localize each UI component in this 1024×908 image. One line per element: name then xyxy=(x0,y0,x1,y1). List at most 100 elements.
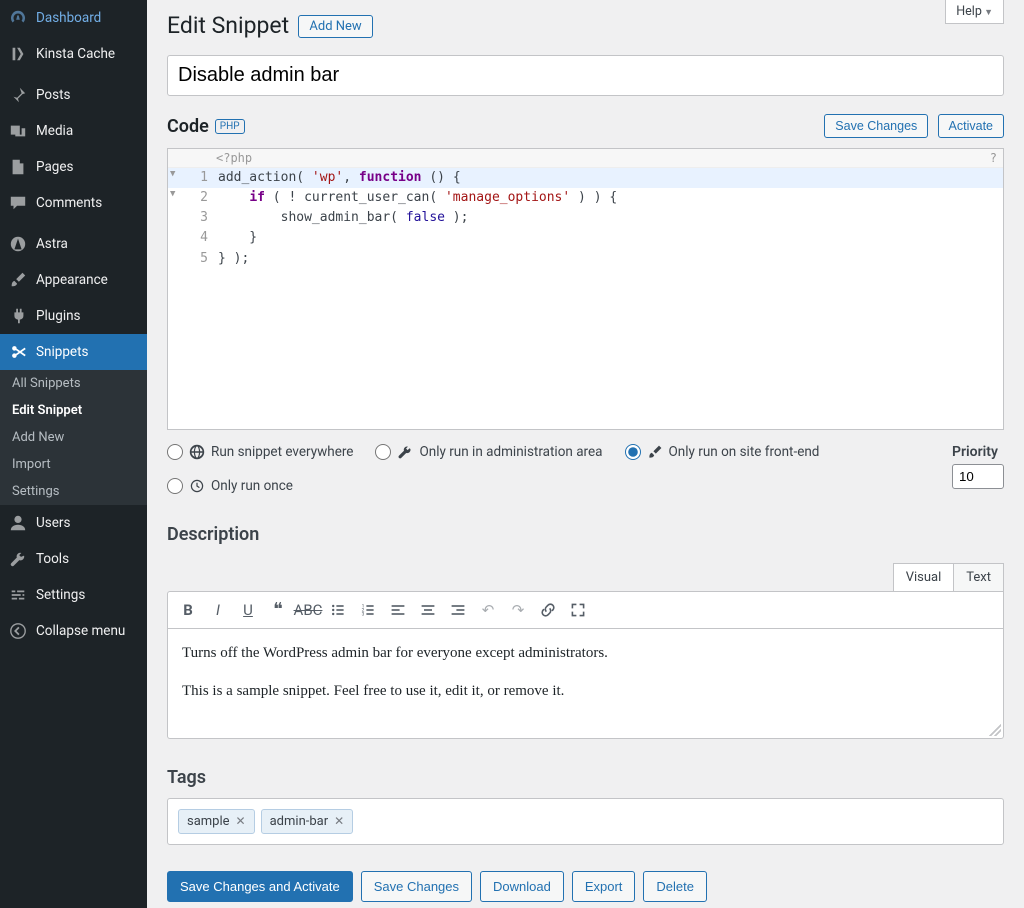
sidebar-item-label: Users xyxy=(36,515,70,531)
tab-visual[interactable]: Visual xyxy=(893,563,955,591)
scope-frontend[interactable]: Only run on site front-end xyxy=(625,444,820,460)
resize-handle[interactable] xyxy=(989,724,1001,736)
submenu-item-addnew[interactable]: Add New xyxy=(0,424,147,451)
wrench-icon xyxy=(397,444,413,460)
tag-pill[interactable]: admin-bar✕ xyxy=(261,809,354,834)
sidebar-item-label: Plugins xyxy=(36,308,81,324)
save-changes-button[interactable]: Save Changes xyxy=(361,871,472,902)
scope-options: Run snippet everywhere Only run in admin… xyxy=(167,444,932,494)
code-help-icon[interactable]: ? xyxy=(990,151,997,165)
bold-button[interactable]: B xyxy=(174,596,202,624)
scope-once[interactable]: Only run once xyxy=(167,478,293,494)
submenu-item-import[interactable]: Import xyxy=(0,451,147,478)
media-icon xyxy=(8,121,28,141)
submenu-item-settings[interactable]: Settings xyxy=(0,478,147,505)
sidebar-item-pages[interactable]: Pages xyxy=(0,149,147,185)
content-area: Help Edit Snippet Add New Code PHP Save … xyxy=(147,0,1024,908)
astra-icon xyxy=(8,234,28,254)
export-button[interactable]: Export xyxy=(572,871,636,902)
sidebar-item-snippets[interactable]: Snippets xyxy=(0,334,147,370)
tags-input[interactable]: sample✕admin-bar✕ xyxy=(167,798,1004,845)
description-heading: Description xyxy=(167,524,1004,545)
scope-everywhere[interactable]: Run snippet everywhere xyxy=(167,444,353,460)
sidebar-item-label: Settings xyxy=(36,587,85,603)
strikethrough-button[interactable]: ABC xyxy=(294,596,322,624)
align-right-button[interactable] xyxy=(444,596,472,624)
sidebar-item-label: Media xyxy=(36,123,73,139)
admin-sidebar: Dashboard Kinsta Cache Posts Media Pages Comm… xyxy=(0,0,147,908)
bulleted-list-button[interactable] xyxy=(324,596,352,624)
scope-admin[interactable]: Only run in administration area xyxy=(375,444,602,460)
code-line[interactable]: 5} ); xyxy=(168,249,1003,269)
blockquote-button[interactable]: ❝ xyxy=(264,596,292,624)
sidebar-item-label: Posts xyxy=(36,87,70,103)
sidebar-item-tools[interactable]: Tools xyxy=(0,541,147,577)
sliders-icon xyxy=(8,585,28,605)
sidebar-item-astra[interactable]: Astra xyxy=(0,226,147,262)
sidebar-item-kinsta[interactable]: Kinsta Cache xyxy=(0,36,147,72)
svg-text:3: 3 xyxy=(362,611,365,617)
scissors-icon xyxy=(8,342,28,362)
align-center-button[interactable] xyxy=(414,596,442,624)
tab-text[interactable]: Text xyxy=(954,563,1004,591)
tag-pill[interactable]: sample ✕ xyxy=(178,809,255,834)
sidebar-item-collapse[interactable]: Collapse menu xyxy=(0,613,147,649)
collapse-icon xyxy=(8,621,28,641)
sidebar-item-plugins[interactable]: Plugins xyxy=(0,298,147,334)
user-icon xyxy=(8,513,28,533)
tag-remove-icon[interactable]: ✕ xyxy=(236,814,246,828)
tag-remove-icon[interactable]: ✕ xyxy=(334,814,344,828)
code-line[interactable]: ▼2 if ( ! current_user_can( 'manage_opti… xyxy=(168,188,1003,208)
sidebar-item-label: Appearance xyxy=(36,272,108,288)
globe-icon xyxy=(189,444,205,460)
php-badge: PHP xyxy=(215,119,245,134)
sidebar-item-posts[interactable]: Posts xyxy=(0,77,147,113)
align-left-button[interactable] xyxy=(384,596,412,624)
submenu-item-edit[interactable]: Edit Snippet xyxy=(0,397,147,424)
clock-icon xyxy=(189,478,205,494)
sidebar-item-settings[interactable]: Settings xyxy=(0,577,147,613)
sidebar-item-media[interactable]: Media xyxy=(0,113,147,149)
submenu-item-all[interactable]: All Snippets xyxy=(0,370,147,397)
save-changes-button-top[interactable]: Save Changes xyxy=(824,114,928,138)
wrench-icon xyxy=(8,549,28,569)
editor-toolbar: B I U ❝ ABC 123 ↶ ↷ xyxy=(167,591,1004,629)
save-and-activate-button[interactable]: Save Changes and Activate xyxy=(167,871,353,902)
code-heading: Code PHP xyxy=(167,116,245,137)
numbered-list-button[interactable]: 123 xyxy=(354,596,382,624)
dashboard-icon xyxy=(8,8,28,28)
fullscreen-button[interactable] xyxy=(564,596,592,624)
description-editor[interactable]: Turns off the WordPress admin bar for ev… xyxy=(167,629,1004,739)
link-button[interactable] xyxy=(534,596,562,624)
code-line[interactable]: ▼1add_action( 'wp', function () { xyxy=(168,168,1003,188)
download-button[interactable]: Download xyxy=(480,871,564,902)
italic-button[interactable]: I xyxy=(204,596,232,624)
sidebar-item-label: Dashboard xyxy=(36,10,101,26)
sidebar-item-users[interactable]: Users xyxy=(0,505,147,541)
delete-button[interactable]: Delete xyxy=(643,871,707,902)
snippet-title-input[interactable] xyxy=(167,55,1004,96)
sidebar-item-label: Collapse menu xyxy=(36,623,125,639)
tag-label: sample xyxy=(187,814,230,829)
sidebar-item-label: Comments xyxy=(36,195,102,211)
sidebar-item-appearance[interactable]: Appearance xyxy=(0,262,147,298)
code-editor[interactable]: <?php? ▼1add_action( 'wp', function () {… xyxy=(167,148,1004,430)
sidebar-item-dashboard[interactable]: Dashboard xyxy=(0,0,147,36)
priority-label: Priority xyxy=(952,444,1004,460)
plug-icon xyxy=(8,306,28,326)
underline-button[interactable]: U xyxy=(234,596,262,624)
redo-button[interactable]: ↷ xyxy=(504,596,532,624)
code-line[interactable]: 4 } xyxy=(168,228,1003,248)
kinsta-icon xyxy=(8,44,28,64)
help-tab[interactable]: Help xyxy=(945,0,1004,24)
add-new-button[interactable]: Add New xyxy=(298,15,372,38)
code-line[interactable]: 3 show_admin_bar( false ); xyxy=(168,208,1003,228)
sidebar-item-comments[interactable]: Comments xyxy=(0,185,147,221)
pin-icon xyxy=(8,85,28,105)
priority-input[interactable] xyxy=(952,464,1004,489)
activate-button-top[interactable]: Activate xyxy=(938,114,1004,138)
priority-box: Priority xyxy=(952,444,1004,489)
undo-button[interactable]: ↶ xyxy=(474,596,502,624)
sidebar-item-label: Kinsta Cache xyxy=(36,46,115,62)
page-title: Edit Snippet xyxy=(167,0,289,43)
